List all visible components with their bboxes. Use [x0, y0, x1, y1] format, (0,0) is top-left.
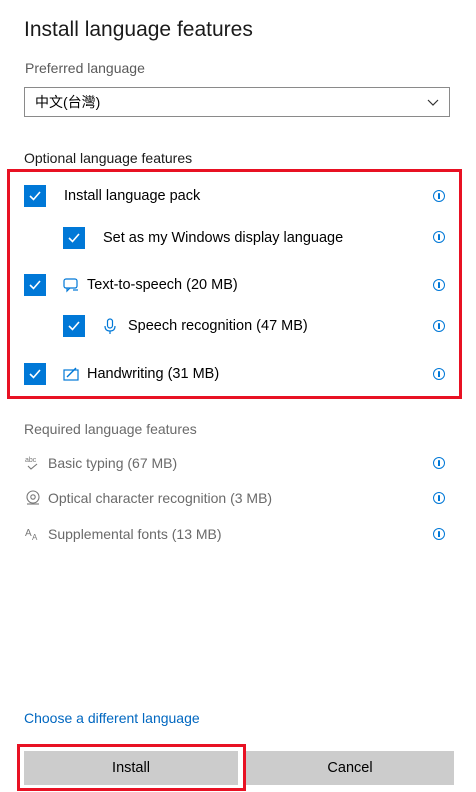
option-label: Speech recognition (47 MB): [128, 318, 308, 334]
info-icon[interactable]: [433, 190, 445, 202]
preferred-language-dropdown[interactable]: 中文(台灣): [24, 87, 450, 117]
info-icon[interactable]: [433, 279, 445, 291]
required-features-heading: Required language features: [24, 421, 197, 437]
speech-bubble-icon: [62, 276, 80, 294]
checkbox-text-to-speech[interactable]: [24, 274, 46, 296]
option-text-to-speech[interactable]: Text-to-speech (20 MB): [24, 274, 238, 296]
info-icon[interactable]: [433, 368, 445, 380]
cancel-button[interactable]: Cancel: [246, 751, 454, 785]
checkbox-handwriting[interactable]: [24, 363, 46, 385]
checkbox-install-language-pack[interactable]: [24, 185, 46, 207]
dialog-title: Install language features: [24, 18, 253, 41]
highlight-box-install: [17, 744, 246, 791]
abc-check-icon: abc: [24, 454, 42, 472]
svg-text:A: A: [32, 533, 38, 542]
required-basic-typing: abc Basic typing (67 MB): [24, 454, 177, 472]
option-handwriting[interactable]: Handwriting (31 MB): [24, 363, 219, 385]
svg-text:A: A: [25, 528, 32, 539]
check-icon: [68, 321, 80, 331]
preferred-language-label: Preferred language: [25, 60, 145, 76]
checkbox-set-display-language[interactable]: [63, 227, 85, 249]
required-label: Basic typing (67 MB): [48, 455, 178, 471]
check-icon: [29, 369, 41, 379]
check-icon: [29, 191, 41, 201]
microphone-icon: [101, 317, 119, 335]
info-icon[interactable]: [433, 492, 445, 504]
checkbox-speech-recognition[interactable]: [63, 315, 85, 337]
chevron-down-icon: [427, 99, 439, 106]
option-speech-recognition[interactable]: Speech recognition (47 MB): [63, 315, 308, 337]
info-icon[interactable]: [433, 528, 445, 540]
choose-different-language-link[interactable]: Choose a different language: [24, 710, 200, 726]
scan-eye-icon: [24, 489, 42, 507]
info-icon[interactable]: [433, 457, 445, 469]
option-label: Install language pack: [64, 188, 201, 204]
required-label: Optical character recognition (3 MB): [48, 490, 273, 506]
required-ocr: Optical character recognition (3 MB): [24, 489, 272, 507]
option-install-language-pack[interactable]: Install language pack: [24, 185, 200, 207]
option-set-display-language[interactable]: Set as my Windows display language: [63, 227, 343, 249]
font-aa-icon: AA: [24, 525, 42, 543]
required-label: Supplemental fonts (13 MB): [48, 526, 222, 542]
option-label: Text-to-speech (20 MB): [87, 277, 238, 293]
pen-icon: [62, 365, 80, 383]
check-icon: [68, 233, 80, 243]
check-icon: [29, 280, 41, 290]
option-label: Set as my Windows display language: [103, 230, 344, 246]
optional-features-heading: Optional language features: [24, 150, 193, 166]
preferred-language-value: 中文(台灣): [35, 94, 101, 110]
required-supplemental-fonts: AA Supplemental fonts (13 MB): [24, 525, 222, 543]
option-label: Handwriting (31 MB): [87, 366, 220, 382]
svg-text:abc: abc: [25, 457, 37, 464]
info-icon[interactable]: [433, 231, 445, 243]
info-icon[interactable]: [433, 320, 445, 332]
